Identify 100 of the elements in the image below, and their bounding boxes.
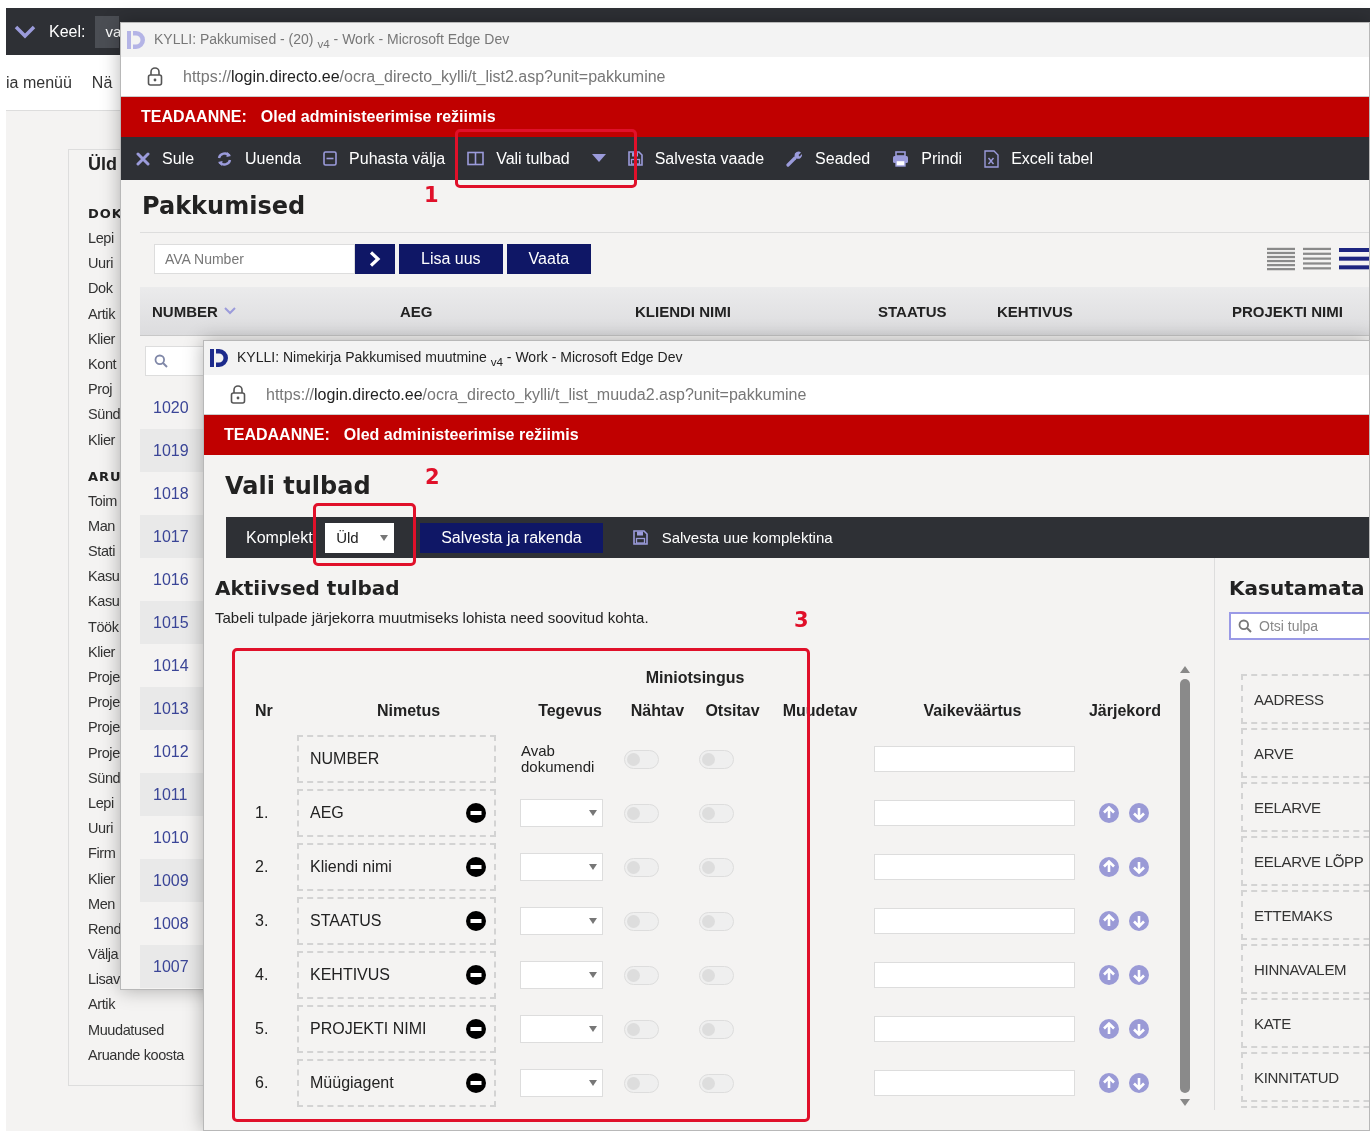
number-link[interactable]: 1015: [153, 613, 189, 632]
toolbar-button[interactable]: Vali tulbad: [456, 137, 617, 180]
arrow-down-icon[interactable]: [1129, 1019, 1149, 1039]
language-select[interactable]: va: [95, 15, 120, 48]
minus-circle-icon[interactable]: [466, 965, 486, 985]
minus-circle-icon[interactable]: [466, 911, 486, 931]
column-chip[interactable]: NUMBER: [297, 735, 496, 783]
address-field[interactable]: https://login.directo.ee/ocra_directo_kylli/t_list2.asp?unit=pakkumine: [183, 67, 666, 86]
number-link[interactable]: 1019: [153, 441, 189, 460]
arrow-up-icon[interactable]: [1099, 857, 1119, 877]
number-link[interactable]: 1007: [153, 957, 189, 976]
column-chip[interactable]: PROJEKTI NIMI: [297, 1005, 496, 1053]
menu-item[interactable]: Nä: [91, 73, 113, 92]
menu-link[interactable]: Klier: [88, 866, 115, 892]
action-select[interactable]: [520, 1015, 603, 1043]
toolbar-button[interactable]: Uuenda: [205, 137, 313, 180]
arrow-up-icon[interactable]: [1099, 1019, 1119, 1039]
menu-link[interactable]: Proj: [88, 377, 113, 403]
number-link[interactable]: 1012: [153, 742, 189, 761]
menu-link[interactable]: Uuri: [88, 816, 113, 842]
column-chip[interactable]: AADRESS: [1241, 674, 1369, 724]
chevron-down-icon[interactable]: [14, 24, 36, 39]
arrow-down-icon[interactable]: [1129, 803, 1149, 823]
action-select[interactable]: [520, 961, 603, 989]
number-field[interactable]: AVA Number: [154, 244, 355, 274]
menu-link[interactable]: Proje: [88, 740, 120, 766]
number-link[interactable]: 1009: [153, 871, 189, 890]
toolbar-button[interactable]: Seaded: [775, 137, 882, 180]
column-chip[interactable]: ARVE: [1241, 728, 1369, 778]
arrow-up-icon[interactable]: [1099, 965, 1119, 985]
default-value-field[interactable]: [874, 1016, 1075, 1042]
arrow-up-icon[interactable]: [1099, 803, 1119, 823]
column-chip[interactable]: Kliendi nimi: [297, 843, 496, 891]
action-select[interactable]: [520, 1069, 603, 1097]
menu-link[interactable]: Proje: [88, 715, 120, 741]
column-chip[interactable]: KATE: [1241, 998, 1369, 1048]
action-button[interactable]: Vaata: [506, 244, 592, 274]
menu-link[interactable]: Proje: [88, 690, 120, 716]
scroll-down-icon[interactable]: [1180, 1099, 1190, 1106]
menu-link[interactable]: Firm: [88, 841, 116, 867]
column-chip[interactable]: HINNAVALEM: [1241, 944, 1369, 994]
column-chip[interactable]: STAATUS: [297, 897, 496, 945]
arrow-down-icon[interactable]: [1129, 911, 1149, 931]
column-header[interactable]: AEG: [400, 302, 635, 320]
menu-link[interactable]: Klier: [88, 639, 115, 665]
set-select[interactable]: Üld: [325, 522, 395, 553]
scrollbar[interactable]: [1179, 666, 1191, 1106]
number-link[interactable]: 1013: [153, 699, 189, 718]
action-select[interactable]: [520, 853, 603, 881]
menu-link[interactable]: Kasu: [88, 589, 120, 615]
column-header[interactable]: KLIENDI NIMI: [635, 302, 878, 320]
menu-link[interactable]: Kasu: [88, 564, 120, 590]
toolbar-button[interactable]: Puhasta välja: [312, 137, 457, 180]
scroll-up-icon[interactable]: [1180, 666, 1190, 673]
arrow-down-icon[interactable]: [1129, 965, 1149, 985]
default-value-field[interactable]: [874, 800, 1075, 826]
menu-link[interactable]: Uuri: [88, 251, 113, 277]
search-field[interactable]: Otsi tulpa: [1229, 612, 1369, 640]
column-chip[interactable]: KEHTIVUS: [297, 951, 496, 999]
column-header[interactable]: STAATUS: [878, 302, 997, 320]
number-link[interactable]: 1014: [153, 656, 189, 675]
number-link[interactable]: 1016: [153, 570, 189, 589]
minus-circle-icon[interactable]: [466, 1019, 486, 1039]
toolbar-button[interactable]: Prindi: [881, 137, 974, 180]
go-button[interactable]: [355, 244, 395, 274]
menu-item[interactable]: ia menüü: [6, 73, 72, 92]
column-chip[interactable]: Müügiagent: [297, 1059, 496, 1107]
menu-link[interactable]: Lepi: [88, 226, 114, 252]
column-header[interactable]: NUMBER: [152, 302, 400, 320]
toolbar-button[interactable]: Salvesta vaade: [616, 137, 776, 180]
menu-link[interactable]: Lisav: [88, 967, 120, 993]
default-value-field[interactable]: [874, 854, 1075, 880]
number-link[interactable]: 1018: [153, 484, 189, 503]
column-chip[interactable]: EELARVE LÕPP: [1241, 836, 1369, 886]
action-button[interactable]: Lisa uus: [399, 244, 503, 274]
menu-link[interactable]: Töök: [88, 614, 119, 640]
menu-link[interactable]: Klier: [88, 326, 115, 352]
menu-link[interactable]: Toim: [88, 488, 117, 514]
menu-link[interactable]: Man: [88, 513, 115, 540]
menu-link[interactable]: Kont: [88, 351, 117, 378]
column-header[interactable]: PROJEKTI NIMI: [1232, 302, 1369, 320]
column-chip[interactable]: ETTEMAKS: [1241, 890, 1369, 940]
menu-link[interactable]: Proje: [88, 665, 120, 691]
action-select[interactable]: [520, 907, 603, 935]
arrow-down-icon[interactable]: [1129, 857, 1149, 877]
toolbar-button[interactable]: Exceli tabel: [973, 137, 1104, 180]
toolbar-button[interactable]: Sule: [125, 137, 206, 180]
column-header[interactable]: KEHTIVUS: [997, 302, 1232, 320]
menu-link[interactable]: Dok: [88, 276, 113, 302]
default-value-field[interactable]: [874, 1070, 1075, 1096]
apply-button[interactable]: Salvesta ja rakenda: [420, 522, 603, 553]
arrow-up-icon[interactable]: [1099, 1073, 1119, 1093]
default-value-field[interactable]: [874, 746, 1075, 772]
column-chip[interactable]: AEG: [297, 789, 496, 837]
number-link[interactable]: 1011: [153, 785, 188, 804]
minus-circle-icon[interactable]: [466, 1073, 486, 1093]
menu-link[interactable]: Men: [88, 891, 115, 917]
column-chip[interactable]: KINNITATUD: [1241, 1052, 1369, 1102]
column-chip[interactable]: EELARVE: [1241, 782, 1369, 832]
menu-link[interactable]: Artik: [88, 301, 115, 327]
